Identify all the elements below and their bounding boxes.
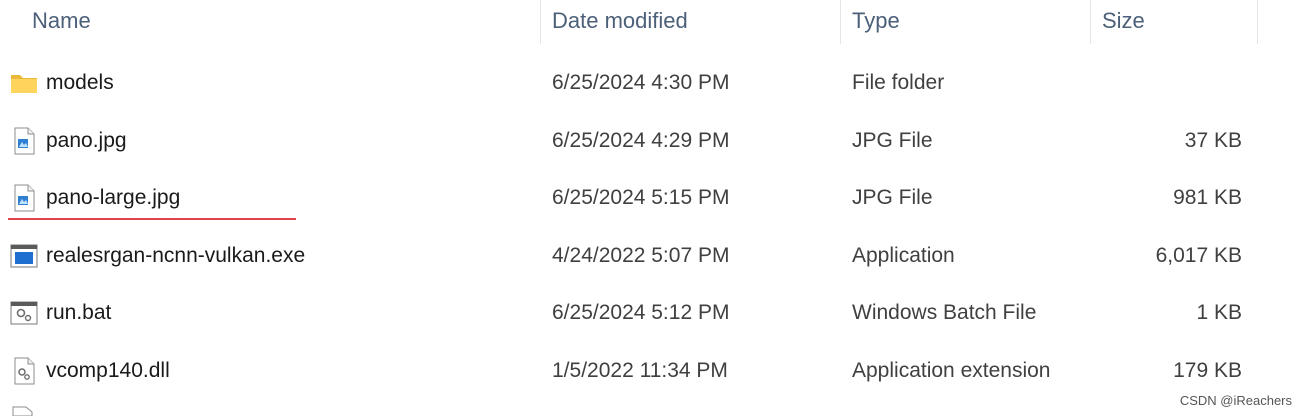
column-header-date-modified[interactable]: Date modified <box>540 0 840 44</box>
file-name: run.bat <box>46 301 112 324</box>
file-name: realesrgan-ncnn-vulkan.exe <box>46 243 306 267</box>
file-type: JPG File <box>852 186 933 209</box>
red-underline-annotation <box>8 218 296 220</box>
file-row[interactable]: realesrgan-ncnn-vulkan.exe 4/24/2022 5:0… <box>0 227 1306 285</box>
file-date-modified: 1/5/2022 11:34 PM <box>552 358 728 382</box>
file-date-modified: 6/25/2024 5:15 PM <box>552 186 730 209</box>
file-type: File folder <box>852 71 945 94</box>
file-row[interactable]: models 6/25/2024 4:30 PM File folder <box>0 54 1306 112</box>
file-date-modified: 6/25/2024 5:12 PM <box>552 301 730 324</box>
file-size: 37 KB <box>1184 128 1242 152</box>
file-date-modified: 6/25/2024 4:29 PM <box>552 128 730 152</box>
file-list: models 6/25/2024 4:30 PM File folder pan… <box>0 54 1306 399</box>
column-header-name[interactable]: Name <box>20 0 540 44</box>
file-row[interactable]: vcomp140.dll 1/5/2022 11:34 PM Applicati… <box>0 342 1306 400</box>
file-type: JPG File <box>852 128 933 152</box>
batch-file-icon <box>10 301 38 325</box>
file-size: 6,017 KB <box>1155 243 1242 267</box>
watermark: CSDN @iReachers <box>1179 393 1292 408</box>
column-header-type[interactable]: Type <box>840 0 1090 44</box>
file-row[interactable]: pano.jpg 6/25/2024 4:29 PM JPG File 37 K… <box>0 112 1306 170</box>
file-explorer-list: Name Date modified Type Size models 6/25… <box>0 0 1306 416</box>
file-date-modified: 4/24/2022 5:07 PM <box>552 243 730 267</box>
file-name: models <box>46 71 114 94</box>
column-header-size[interactable]: Size <box>1090 0 1258 44</box>
image-file-icon <box>14 127 35 154</box>
file-row[interactable]: pano-large.jpg 6/25/2024 5:15 PM JPG Fil… <box>0 169 1306 227</box>
file-row[interactable]: run.bat 6/25/2024 5:12 PM Windows Batch … <box>0 284 1306 342</box>
file-size: 1 KB <box>1196 301 1242 324</box>
file-type: Application <box>852 243 955 267</box>
folder-icon <box>11 75 37 93</box>
file-size: 179 KB <box>1173 358 1242 382</box>
dll-file-icon <box>14 357 35 384</box>
file-icon-partial <box>12 406 33 416</box>
file-name: pano.jpg <box>46 128 127 152</box>
file-type: Application extension <box>852 358 1051 382</box>
application-icon <box>10 244 38 267</box>
file-name: vcomp140.dll <box>46 358 170 382</box>
column-divider[interactable] <box>1257 0 1258 44</box>
file-size: 981 KB <box>1173 186 1242 209</box>
file-type: Windows Batch File <box>852 301 1037 324</box>
sort-caret-icon <box>272 0 286 6</box>
file-size <box>1090 54 1242 112</box>
file-date-modified: 6/25/2024 4:30 PM <box>552 71 730 94</box>
column-header-bar: Name Date modified Type Size <box>0 0 1306 44</box>
image-file-icon <box>14 184 35 212</box>
